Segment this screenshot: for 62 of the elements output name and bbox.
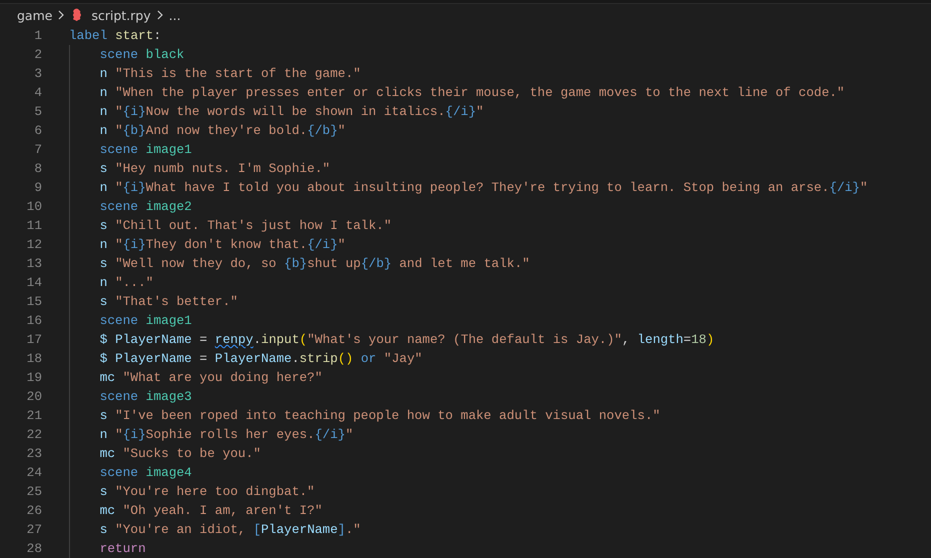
code-line: n "When the player presses enter or clicks their mouse, the game moves to the next line of code." [100, 85, 845, 100]
line-number: 16 [26, 313, 42, 328]
line-number: 24 [26, 465, 42, 480]
line-number: 3 [33, 66, 42, 81]
code-line: s "Chill out. That's just how I talk." [100, 218, 392, 233]
line-number: 5 [33, 104, 42, 119]
code-line: mc "Oh yeah. I am, aren't I?" [100, 503, 322, 518]
line-number: 10 [26, 199, 42, 214]
breadcrumb-item[interactable]: script.rpy [91, 8, 151, 22]
line-number: 28 [26, 541, 42, 556]
code-line: scene image1 [100, 313, 192, 328]
code-line: $ PlayerName = PlayerName.strip() or "Jay" [100, 351, 422, 366]
line-number: 13 [26, 256, 42, 271]
code-line: $ PlayerName = renpy.input("What's your name? (The default is Jay.)", length=18) [100, 332, 714, 347]
code-line: n "{i}What have I told you about insulting people? They're trying to learn. Stop being an arse.{/i}" [100, 180, 868, 195]
line-number: 27 [26, 522, 42, 537]
line-number: 11 [26, 218, 42, 233]
line-number: 22 [26, 427, 42, 442]
line-number: 12 [26, 237, 42, 252]
code-line: n "{i}Sophie rolls her eyes.{/i}" [100, 427, 354, 442]
chevron-icon [156, 10, 163, 20]
code-line: s "Hey numb nuts. I'm Sophie." [100, 161, 330, 176]
breadcrumb-item[interactable]: ... [168, 8, 181, 22]
code-line: s "That's better." [100, 294, 238, 309]
line-number: 6 [33, 123, 42, 138]
line-number: 7 [33, 142, 42, 157]
code-line: scene image4 [100, 465, 192, 480]
line-number: 14 [26, 275, 42, 290]
code-line: n "{b}And now they're bold.{/b}" [100, 123, 346, 138]
code-line: n "{i}Now the words will be shown in italics.{/i}" [100, 104, 484, 119]
code-line: s "Well now they do, so {b}shut up{/b} and let me talk." [100, 256, 530, 271]
line-number: 19 [26, 370, 42, 385]
code-line: return [100, 541, 146, 556]
line-number: 20 [26, 389, 42, 404]
line-number: 25 [26, 484, 42, 499]
line-number: 23 [26, 446, 42, 461]
code-line: label start: [69, 28, 162, 43]
code-line: scene black [100, 47, 184, 62]
line-number: 8 [33, 161, 42, 176]
code-line: mc "Sucks to be you." [100, 446, 261, 461]
code-line: mc "What are you doing here?" [100, 370, 322, 385]
code-line: s "You're here too dingbat." [100, 484, 315, 499]
code-line: n "This is the start of the game." [100, 66, 361, 81]
line-number: 17 [26, 332, 42, 347]
line-number: 1 [33, 28, 42, 43]
code-line: scene image1 [100, 142, 192, 157]
code-line: n "..." [100, 275, 154, 290]
line-number: 26 [26, 503, 42, 518]
line-number: 15 [26, 294, 42, 309]
chevron-icon [58, 10, 64, 20]
code-line: s "You're an idiot, [PlayerName]." [100, 522, 361, 537]
line-number: 18 [26, 351, 42, 366]
code-line: scene image2 [100, 199, 192, 214]
code-line: scene image3 [100, 389, 192, 404]
line-number: 2 [33, 47, 42, 62]
line-number: 21 [26, 408, 42, 423]
line-number: 9 [33, 180, 42, 195]
code-line: n "{i}They don't know that.{/i}" [100, 237, 346, 252]
breadcrumb-item[interactable]: game [17, 8, 52, 22]
line-number: 4 [33, 85, 42, 100]
code-line: s "I've been roped into teaching people how to make adult visual novels." [100, 408, 660, 423]
file-icon [72, 8, 82, 22]
